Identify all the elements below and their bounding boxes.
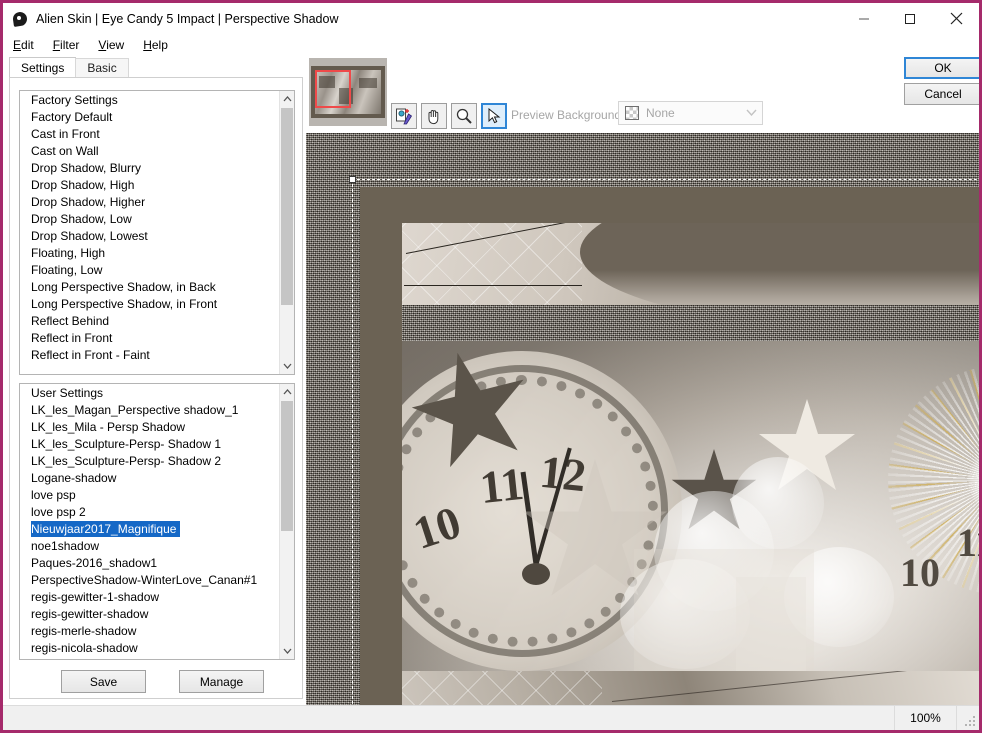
list-item[interactable]: love psp	[20, 487, 279, 504]
list-item[interactable]: Cast in Front	[20, 126, 279, 143]
list-item[interactable]: Cast on Wall	[20, 143, 279, 160]
list-item[interactable]: Drop Shadow, Low	[20, 211, 279, 228]
status-bar: 100%	[3, 705, 979, 730]
tab-settings[interactable]: Settings	[9, 57, 77, 77]
chevron-down-icon[interactable]	[280, 643, 294, 659]
menu-item-view-rest: iew	[106, 37, 125, 52]
list-item[interactable]: regis-merle-shadow	[20, 623, 279, 640]
menu-item-filter-rest: ilter	[60, 37, 80, 52]
navigator-thumbnail[interactable]	[309, 58, 387, 126]
scrollbar-thumb[interactable]	[281, 401, 293, 531]
navigator-viewport-rect[interactable]	[315, 70, 351, 108]
list-item[interactable]: PerspectiveShadow-WinterLove_Canan#1	[20, 572, 279, 589]
user-settings-listbox[interactable]: User Settings LK_les_Magan_Perspective sh…	[19, 383, 295, 660]
chevron-down-icon[interactable]	[740, 108, 762, 119]
menu-item-filter[interactable]: Filter	[51, 36, 89, 54]
list-item[interactable]: Floating, High	[20, 245, 279, 262]
list-item[interactable]: LK_les_Mila - Persp Shadow	[20, 419, 279, 436]
list-item[interactable]: Logane-shadow	[20, 470, 279, 487]
window-title: Alien Skin | Eye Candy 5 Impact | Perspe…	[36, 11, 339, 26]
chevron-up-icon[interactable]	[280, 384, 294, 400]
list-item[interactable]: Reflect in Front - Faint	[20, 347, 279, 364]
alien-skin-icon	[12, 10, 28, 27]
user-settings-scrollbar[interactable]	[279, 384, 294, 659]
selection-handle[interactable]	[349, 176, 356, 183]
list-item[interactable]: Drop Shadow, Blurry	[20, 160, 279, 177]
hand-tool[interactable]	[421, 103, 447, 129]
list-header: Factory Settings	[31, 93, 118, 107]
list-item[interactable]: Drop Shadow, High	[20, 177, 279, 194]
list-item[interactable]: Long Perspective Shadow, in Front	[20, 296, 279, 313]
preview-background-value: None	[646, 106, 675, 120]
status-message	[3, 706, 895, 730]
tab-basic[interactable]: Basic	[75, 58, 129, 77]
application-window: Alien Skin | Eye Candy 5 Impact | Perspe…	[0, 0, 982, 733]
list-item[interactable]: LK_les_Sculpture-Persp- Shadow 1	[20, 436, 279, 453]
menu-bar: Edit Filter View Help	[3, 34, 979, 55]
manage-button[interactable]: Manage	[179, 670, 264, 693]
ok-button[interactable]: OK	[904, 57, 979, 79]
close-button[interactable]	[933, 4, 979, 34]
list-item[interactable]: noe1shadow	[20, 538, 279, 555]
menu-item-edit-rest: dit	[21, 37, 34, 52]
factory-settings-list: Factory Settings Factory Default Cast in F…	[20, 91, 279, 374]
settings-panel: Factory Settings Factory Default Cast in F…	[9, 77, 303, 699]
menu-item-help-rest: elp	[151, 37, 168, 52]
list-item[interactable]: Drop Shadow, Higher	[20, 194, 279, 211]
tab-strip: Settings Basic	[9, 57, 301, 77]
list-item[interactable]: regis-nicola-shadow	[20, 640, 279, 657]
pointer-tool[interactable]	[481, 103, 507, 129]
color-picker-tool[interactable]	[391, 103, 417, 129]
save-button[interactable]: Save	[61, 670, 146, 693]
chevron-up-icon[interactable]	[280, 91, 294, 107]
list-item[interactable]: Long Perspective Shadow, in Back	[20, 279, 279, 296]
list-item[interactable]: regis-gewitter-shadow	[20, 606, 279, 623]
user-settings-list: User Settings LK_les_Magan_Perspective sh…	[20, 384, 279, 659]
list-item[interactable]: Factory Default	[20, 109, 279, 126]
preview-canvas[interactable]: 10 11 12 10 11	[306, 133, 979, 705]
list-item[interactable]: LK_les_Magan_Perspective shadow_1	[20, 402, 279, 419]
cancel-button[interactable]: Cancel	[904, 83, 979, 105]
list-item[interactable]: regis-gewitter-1-shadow	[20, 589, 279, 606]
list-item[interactable]: Drop Shadow, Lowest	[20, 228, 279, 245]
list-item[interactable]: love psp 2	[20, 504, 279, 521]
selection-marquee[interactable]	[352, 179, 979, 705]
scrollbar-thumb[interactable]	[281, 108, 293, 305]
list-item[interactable]: Reflect in Front	[20, 330, 279, 347]
list-item[interactable]: Floating, Low	[20, 262, 279, 279]
tool-buttons	[391, 103, 511, 129]
checkerboard-swatch-icon	[625, 106, 639, 120]
list-item[interactable]: Paques-2016_shadow1	[20, 555, 279, 572]
list-item[interactable]: Nieuwjaar2017_Magnifique	[20, 521, 279, 538]
minimize-button[interactable]	[841, 4, 887, 34]
list-item-selected[interactable]: Nieuwjaar2017_Magnifique	[31, 521, 181, 537]
zoom-level: 100%	[895, 706, 957, 730]
preview-background-label: Preview Background:	[511, 108, 625, 122]
factory-settings-scrollbar[interactable]	[279, 91, 294, 374]
zoom-tool[interactable]	[451, 103, 477, 129]
list-item[interactable]: LK_les_Sculpture-Persp- Shadow 2	[20, 453, 279, 470]
menu-item-view[interactable]: View	[96, 36, 133, 54]
menu-item-edit[interactable]: Edit	[11, 36, 43, 54]
chevron-down-icon[interactable]	[280, 358, 294, 374]
list-header: User Settings	[31, 386, 104, 400]
title-bar: Alien Skin | Eye Candy 5 Impact | Perspe…	[3, 3, 979, 34]
maximize-button[interactable]	[887, 4, 933, 34]
preview-background-dropdown[interactable]: None	[618, 101, 763, 125]
factory-settings-listbox[interactable]: Factory Settings Factory Default Cast in F…	[19, 90, 295, 375]
list-item[interactable]: Reflect Behind	[20, 313, 279, 330]
resize-grip-icon[interactable]	[957, 706, 979, 730]
menu-item-help[interactable]: Help	[141, 36, 177, 54]
